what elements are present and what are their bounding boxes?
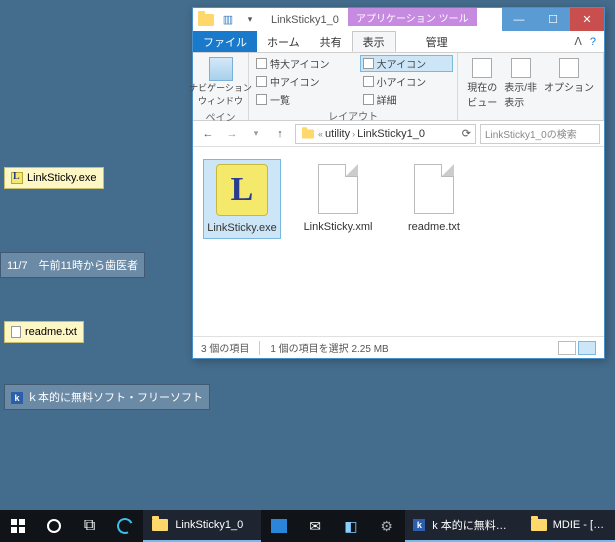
k-icon: k [11,392,23,404]
folder-icon [151,516,169,534]
sticky-note[interactable]: 11/7 午前11時から歯医者 [0,252,145,278]
breadcrumb-segment[interactable]: LinkSticky1_0 [357,128,425,140]
back-button[interactable]: ← [197,124,219,144]
forward-button[interactable]: → [221,124,243,144]
sticky-note[interactable]: LinkSticky.exe [4,167,104,189]
address-bar: ← → ▾ ↑ « utility › LinkSticky1_0 ⟳ Link… [193,121,604,147]
folder-icon [302,129,314,138]
exe-icon [11,172,23,184]
file-name: LinkSticky.xml [302,221,375,237]
qat-properties-icon[interactable]: ▥ [219,11,237,29]
up-button[interactable]: ↑ [269,124,291,144]
file-item[interactable]: LinkSticky.xml [299,159,377,237]
ribbon: ナビゲーション ウィンドウ ペイン 特大アイコン 大アイコン 中アイコン 小アイ… [193,53,604,121]
mail-button[interactable]: ✉ [297,510,333,542]
taskbar: ⧉ LinkSticky1_0 ✉ ◧ ⚙ k k 本的に無料ソフト-... M… [0,510,615,542]
document-icon [312,163,364,215]
app-button[interactable]: ⚙ [369,510,405,542]
ribbon-tabs: ファイル ホーム 共有 表示 管理 ᐱ ? [193,31,604,53]
show-hide-button[interactable]: 表示/非 表示 [501,57,540,110]
options-button[interactable]: オプション [541,57,597,110]
file-item[interactable]: readme.txt [395,159,473,237]
tab-file[interactable]: ファイル [193,31,257,52]
file-item[interactable]: L LinkSticky.exe [203,159,281,239]
expand-ribbon-icon[interactable]: ᐱ [574,35,582,48]
qat-dropdown-icon[interactable]: ▾ [241,11,259,29]
layout-extra-large[interactable]: 特大アイコン [253,55,357,72]
chevron-right-icon[interactable]: › [352,129,355,139]
navigation-pane-icon [209,57,233,81]
explorer-window: ▥ ▾ LinkSticky1_0 アプリケーション ツール — ☐ ✕ ファイ… [192,7,605,359]
taskbar-item[interactable]: LinkSticky1_0 [143,510,261,542]
document-icon [408,163,460,215]
taskbar-item[interactable]: MDIE - [Tag] [523,510,615,542]
layout-details[interactable]: 詳細 [360,91,454,108]
recent-locations-button[interactable]: ▾ [245,124,267,144]
icons-view-toggle[interactable] [578,341,596,355]
store-button[interactable] [261,510,297,542]
folder-icon [531,516,547,534]
sticky-note[interactable]: readme.txt [4,321,84,343]
close-button[interactable]: ✕ [570,8,604,31]
contextual-tab-label: アプリケーション ツール [348,8,477,26]
taskbar-item[interactable]: k k 本的に無料ソフト-... [405,510,523,542]
help-icon[interactable]: ? [590,36,596,48]
minimize-button[interactable]: — [502,8,536,31]
titlebar[interactable]: ▥ ▾ LinkSticky1_0 アプリケーション ツール — ☐ ✕ [193,8,604,31]
window-title: LinkSticky1_0 [263,14,347,26]
refresh-icon[interactable]: ⟳ [462,127,471,140]
search-input[interactable]: LinkSticky1_0の検索 [480,124,600,144]
tab-home[interactable]: ホーム [257,31,310,52]
current-view-button[interactable]: 現在の ビュー [464,57,500,110]
tab-share[interactable]: 共有 [310,31,352,52]
status-selection: 1 個の項目を選択 2.25 MB [270,340,388,355]
sticky-text: 11/7 午前11時から歯医者 [7,260,138,272]
cortana-button[interactable] [36,510,72,542]
sticky-text: LinkSticky.exe [27,172,97,184]
status-bar: 3 個の項目 1 個の項目を選択 2.25 MB [193,336,604,358]
file-name: readme.txt [406,221,462,237]
navigation-pane-button[interactable]: ナビゲーション ウィンドウ [197,55,244,109]
sticky-note[interactable]: k ｋ本的に無料ソフト・フリーソフト [4,384,210,410]
chevron-right-icon[interactable]: « [318,129,323,139]
sticky-text: ｋ本的に無料ソフト・フリーソフト [27,392,203,404]
app-button[interactable]: ◧ [333,510,369,542]
layout-small[interactable]: 小アイコン [360,73,454,90]
status-item-count: 3 個の項目 [201,340,249,355]
tab-manage[interactable]: 管理 [416,31,458,52]
task-view-button[interactable]: ⧉ [72,510,108,542]
exe-icon: L [216,164,268,216]
layout-large[interactable]: 大アイコン [360,55,454,72]
file-name: LinkSticky.exe [205,222,279,238]
breadcrumb[interactable]: « utility › LinkSticky1_0 ⟳ [295,124,476,144]
breadcrumb-segment[interactable]: utility [325,128,350,140]
file-list[interactable]: L LinkSticky.exe LinkSticky.xml readme.t… [193,147,604,336]
tab-view[interactable]: 表示 [352,31,396,52]
layout-list[interactable]: 一覧 [253,91,357,108]
edge-button[interactable] [107,510,143,542]
details-view-toggle[interactable] [558,341,576,355]
k-icon: k [413,516,427,534]
sticky-text: readme.txt [25,326,77,338]
layout-medium[interactable]: 中アイコン [253,73,357,90]
document-icon [11,326,21,338]
folder-icon [197,11,215,29]
maximize-button[interactable]: ☐ [536,8,570,31]
start-button[interactable] [0,510,36,542]
